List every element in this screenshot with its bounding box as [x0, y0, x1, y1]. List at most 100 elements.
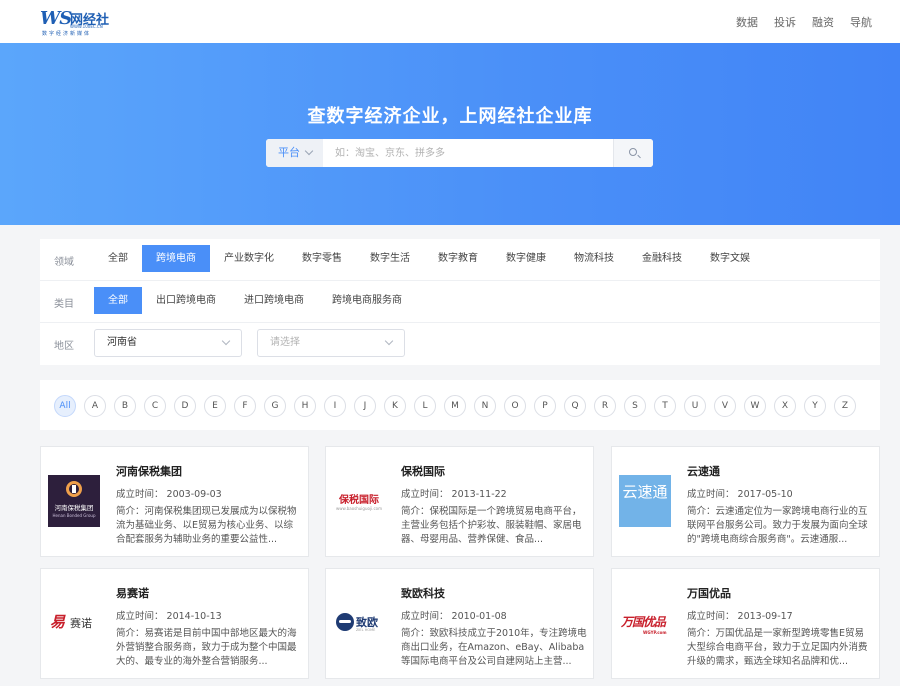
- city-select[interactable]: 请选择: [257, 329, 405, 357]
- letter-h[interactable]: H: [294, 395, 316, 417]
- domain-option[interactable]: 全部: [94, 245, 142, 272]
- filter-label-region: 地区: [54, 341, 74, 352]
- domain-option[interactable]: 物流科技: [560, 245, 628, 272]
- logo-text: 易: [50, 613, 66, 631]
- letter-g[interactable]: G: [264, 395, 286, 417]
- company-name[interactable]: 致欧科技: [401, 585, 445, 601]
- letter-r[interactable]: R: [594, 395, 616, 417]
- category-option[interactable]: 进口跨境电商: [230, 287, 318, 314]
- nav-complaints[interactable]: 投诉: [774, 14, 796, 30]
- nav-navigation[interactable]: 导航: [850, 14, 872, 30]
- letter-b[interactable]: B: [114, 395, 136, 417]
- logo-subtext: ZIEL HOME: [356, 628, 376, 632]
- domain-option[interactable]: 产业数字化: [210, 245, 288, 272]
- filter-row-category: 类目 全部 出口跨境电商 进口跨境电商 跨境电商服务商: [40, 281, 880, 323]
- letter-p[interactable]: P: [534, 395, 556, 417]
- letter-u[interactable]: U: [684, 395, 706, 417]
- company-name[interactable]: 河南保税集团: [116, 463, 182, 479]
- letter-s[interactable]: S: [624, 395, 646, 417]
- company-card[interactable]: 保税国际 www.baoshuiguoji.com 保税国际 成立时间： 201…: [325, 446, 594, 557]
- hero-title: 查数字经济企业，上网经社企业库: [307, 106, 593, 127]
- company-founded: 成立时间： 2003-09-03: [116, 489, 222, 500]
- category-option-active[interactable]: 全部: [94, 287, 142, 314]
- category-option[interactable]: 跨境电商服务商: [318, 287, 416, 314]
- top-bar: WS 网经社 WWW.100EC.CN 数字经济新媒体 数据 投诉 融资 导航: [0, 0, 900, 43]
- search-bar: 平台: [266, 139, 653, 167]
- letter-m[interactable]: M: [444, 395, 466, 417]
- company-intro: 简介：云速通定位为一家跨境电商行业的互联网平台服务公司。致力于发展为面向全球的"…: [687, 506, 868, 545]
- letter-all[interactable]: All: [54, 395, 76, 417]
- company-intro: 简介：保税国际是一个跨境贸易电商平台，主营业务包括个护彩妆、服装鞋帽、家居电器、…: [401, 506, 582, 545]
- letter-n[interactable]: N: [474, 395, 496, 417]
- nav-financing[interactable]: 融资: [812, 14, 834, 30]
- nav-data[interactable]: 数据: [736, 14, 758, 30]
- letter-i[interactable]: I: [324, 395, 346, 417]
- filter-label-domain: 领域: [54, 257, 74, 268]
- company-logo: 万国优品 WGYP.com: [619, 597, 671, 649]
- domain-option[interactable]: 数字文娱: [696, 245, 764, 272]
- letter-k[interactable]: K: [384, 395, 406, 417]
- search-input[interactable]: [323, 139, 613, 167]
- letter-a[interactable]: A: [84, 395, 106, 417]
- letter-q[interactable]: Q: [564, 395, 586, 417]
- company-logo: 云速通: [619, 475, 671, 527]
- company-card[interactable]: 云速通 云速通 成立时间： 2017-05-10 简介：云速通定位为一家跨境电商…: [611, 446, 880, 557]
- letter-e[interactable]: E: [204, 395, 226, 417]
- domain-option[interactable]: 数字教育: [424, 245, 492, 272]
- letter-z[interactable]: Z: [834, 395, 856, 417]
- filter-label-category: 类目: [54, 299, 74, 310]
- filter-row-domain: 领域 全部 跨境电商 产业数字化 数字零售 数字生活 数字教育 数字健康 物流科…: [40, 239, 880, 281]
- alphabet-filter: All A B C D E F G H I J K L M N O P Q R …: [40, 380, 880, 430]
- logo-text: 保税国际: [339, 495, 379, 506]
- letter-x[interactable]: X: [774, 395, 796, 417]
- company-name[interactable]: 万国优品: [687, 585, 731, 601]
- domain-option-active[interactable]: 跨境电商: [142, 245, 210, 272]
- letter-j[interactable]: J: [354, 395, 376, 417]
- letter-t[interactable]: T: [654, 395, 676, 417]
- company-founded: 成立时间： 2010-01-08: [401, 611, 507, 622]
- company-name[interactable]: 易赛诺: [116, 585, 149, 601]
- letter-c[interactable]: C: [144, 395, 166, 417]
- company-intro: 简介：河南保税集团现已发展成为以保税物流为基础业务、以E贸易为核心业务、以综合配…: [116, 506, 297, 545]
- search-icon: [629, 148, 637, 156]
- search-type-select[interactable]: 平台: [266, 139, 323, 167]
- letter-f[interactable]: F: [234, 395, 256, 417]
- province-select[interactable]: 河南省: [94, 329, 242, 357]
- chevron-down-icon: [304, 146, 314, 156]
- domain-option[interactable]: 数字生活: [356, 245, 424, 272]
- letter-list: All A B C D E F G H I J K L M N O P Q R …: [54, 395, 856, 417]
- logo-sub: 数字经济新媒体: [42, 31, 92, 37]
- logo-url: WWW.100EC.CN: [70, 24, 103, 29]
- company-card[interactable]: 致欧 ZIEL HOME 致欧科技 成立时间： 2010-01-08 简介：致欧…: [325, 568, 594, 679]
- site-logo[interactable]: WS 网经社 WWW.100EC.CN 数字经济新媒体: [40, 8, 114, 37]
- company-card[interactable]: 河南保税集团 Henan Bonded Group 河南保税集团 成立时间： 2…: [40, 446, 309, 557]
- hero-banner: 查数字经济企业，上网经社企业库 平台: [0, 43, 900, 225]
- company-card[interactable]: 万国优品 WGYP.com 万国优品 成立时间： 2013-09-17 简介：万…: [611, 568, 880, 679]
- company-logo: 易 赛诺: [48, 597, 100, 649]
- letter-w[interactable]: W: [744, 395, 766, 417]
- letter-d[interactable]: D: [174, 395, 196, 417]
- company-intro: 简介：万国优品是一家新型跨境零售E贸易大型综合电商平台，致力于立足国内外消费升级…: [687, 628, 868, 667]
- domain-options: 全部 跨境电商 产业数字化 数字零售 数字生活 数字教育 数字健康 物流科技 金…: [94, 245, 764, 272]
- search-type-value: 平台: [278, 146, 300, 159]
- domain-option[interactable]: 数字零售: [288, 245, 356, 272]
- filter-row-region: 地区 河南省 请选择: [40, 323, 880, 365]
- logo-subtext: Henan Bonded Group: [52, 513, 96, 518]
- logo-text: 云速通: [622, 483, 668, 501]
- bonded-logo-icon: [66, 481, 82, 497]
- logo-text: 河南保税集团: [54, 504, 94, 512]
- category-option[interactable]: 出口跨境电商: [142, 287, 230, 314]
- letter-y[interactable]: Y: [804, 395, 826, 417]
- chevron-down-icon: [221, 336, 231, 346]
- company-intro: 简介：致欧科技成立于2010年，专注跨境电商出口业务，在Amazon、eBay、…: [401, 628, 587, 667]
- company-intro: 简介：易赛诺是目前中国中部地区最大的海外营销整合服务商，致力于成为整个中国最大的…: [116, 628, 297, 667]
- domain-option[interactable]: 数字健康: [492, 245, 560, 272]
- letter-l[interactable]: L: [414, 395, 436, 417]
- company-name[interactable]: 云速通: [687, 463, 720, 479]
- letter-o[interactable]: O: [504, 395, 526, 417]
- domain-option[interactable]: 金融科技: [628, 245, 696, 272]
- company-name[interactable]: 保税国际: [401, 463, 445, 479]
- search-button[interactable]: [613, 139, 653, 167]
- company-card[interactable]: 易 赛诺 易赛诺 成立时间： 2014-10-13 简介：易赛诺是目前中国中部地…: [40, 568, 309, 679]
- letter-v[interactable]: V: [714, 395, 736, 417]
